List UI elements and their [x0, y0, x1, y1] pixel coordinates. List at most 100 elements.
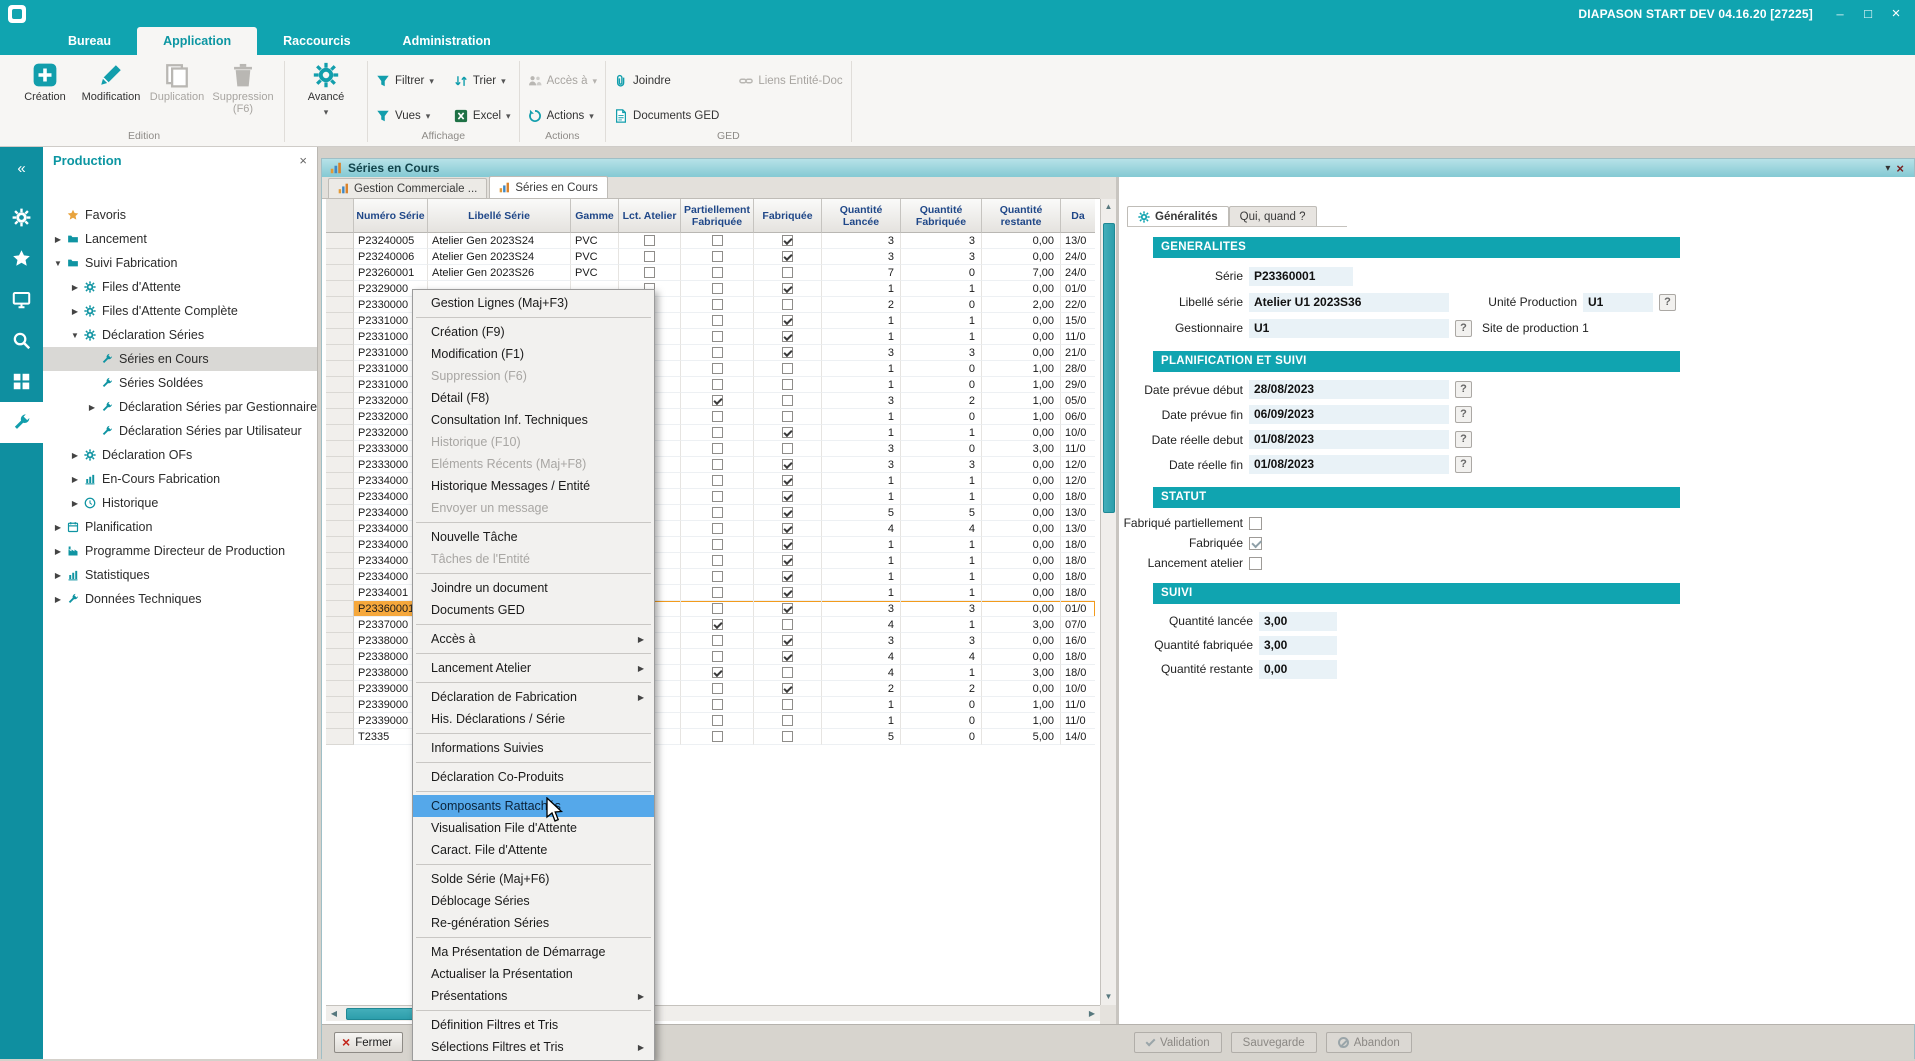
- fabriquee-checkbox[interactable]: [782, 555, 793, 566]
- help-button[interactable]: [1455, 431, 1472, 448]
- partiellement-fabriquee-checkbox[interactable]: [712, 507, 723, 518]
- menu-tab-application[interactable]: Application: [137, 27, 257, 55]
- help-button[interactable]: [1455, 406, 1472, 423]
- lct-atelier-checkbox[interactable]: [644, 235, 655, 246]
- column-header-quantite-fabriquee[interactable]: Quantité Fabriquée: [901, 199, 982, 233]
- fabriquee-checkbox[interactable]: [782, 523, 793, 534]
- tree-item-declaration-series-par-gestionnaire[interactable]: Déclaration Séries par Gestionnaire: [43, 395, 317, 419]
- sidebar-favorites-button[interactable]: [0, 238, 43, 279]
- fabriquee-checkbox[interactable]: [782, 475, 793, 486]
- excel-button[interactable]: Excel: [454, 109, 511, 123]
- table-row[interactable]: P23240005Atelier Gen 2023S24PVC330,0013/…: [326, 233, 1095, 249]
- partiellement-fabriquee-checkbox[interactable]: [712, 347, 723, 358]
- expand-arrow-icon[interactable]: [51, 235, 65, 244]
- date-reelle-fin-field[interactable]: 01/08/2023: [1249, 455, 1449, 474]
- actions-button[interactable]: Actions: [528, 109, 597, 123]
- menu-item-visualisation-file-d-attente[interactable]: Visualisation File d'Attente: [413, 817, 654, 839]
- column-header-quantite-restante[interactable]: Quantité restante: [982, 199, 1061, 233]
- menu-item-definition-filtres-et-tris[interactable]: Définition Filtres et Tris: [413, 1014, 654, 1036]
- collapse-arrow-icon[interactable]: [68, 331, 82, 340]
- abandon-button[interactable]: Abandon: [1326, 1032, 1412, 1053]
- fabriquee-checkbox[interactable]: [782, 347, 793, 358]
- scroll-left-icon[interactable]: ◀: [326, 1006, 342, 1021]
- fabriquee-checkbox[interactable]: [782, 619, 793, 630]
- fabriquee-checkbox[interactable]: [782, 507, 793, 518]
- expand-arrow-icon[interactable]: [85, 403, 99, 412]
- fabriquee-checkbox[interactable]: [782, 331, 793, 342]
- fabriquee-checkbox[interactable]: [782, 315, 793, 326]
- menu-item-gestion-lignes-maj-f3[interactable]: Gestion Lignes (Maj+F3): [413, 292, 654, 314]
- window-menu-caret-icon[interactable]: [1885, 163, 1890, 174]
- help-button[interactable]: [1659, 294, 1676, 311]
- expand-arrow-icon[interactable]: [68, 307, 82, 316]
- fabriquee-checkbox[interactable]: [782, 731, 793, 742]
- sauvegarde-button[interactable]: Sauvegarde: [1231, 1032, 1317, 1053]
- tree-item-planification[interactable]: Planification: [43, 515, 317, 539]
- menu-item-caract-file-d-attente[interactable]: Caract. File d'Attente: [413, 839, 654, 861]
- unite-production-field[interactable]: U1: [1583, 293, 1653, 312]
- tab-gestion-commerciale[interactable]: Gestion Commerciale ...: [328, 178, 487, 198]
- menu-item-deblocage-series[interactable]: Déblocage Séries: [413, 890, 654, 912]
- libelle-serie-field[interactable]: Atelier U1 2023S36: [1249, 293, 1449, 312]
- fabriquee-checkbox[interactable]: [782, 651, 793, 662]
- menu-item-creation-f9[interactable]: Création (F9): [413, 321, 654, 343]
- tree-item-declaration-series-par-utilisateur[interactable]: Déclaration Séries par Utilisateur: [43, 419, 317, 443]
- partiellement-fabriquee-checkbox[interactable]: [712, 587, 723, 598]
- column-header-libelle-serie[interactable]: Libellé Série: [428, 199, 571, 233]
- minimize-button[interactable]: [1827, 4, 1853, 24]
- validation-button[interactable]: Validation: [1134, 1032, 1222, 1053]
- fabriquee-checkbox[interactable]: [782, 683, 793, 694]
- tree-item-donnees-techniques[interactable]: Données Techniques: [43, 587, 317, 611]
- tree-item-suivi-fabrication[interactable]: Suivi Fabrication: [43, 251, 317, 275]
- partiellement-fabriquee-checkbox[interactable]: [712, 571, 723, 582]
- scroll-up-icon[interactable]: ▲: [1101, 199, 1116, 215]
- partiellement-fabriquee-checkbox[interactable]: [712, 267, 723, 278]
- tree-item-files-d-attente-complete[interactable]: Files d'Attente Complète: [43, 299, 317, 323]
- partiellement-fabriquee-checkbox[interactable]: [712, 443, 723, 454]
- lct-atelier-checkbox[interactable]: [644, 251, 655, 262]
- date-reelle-debut-field[interactable]: 01/08/2023: [1249, 430, 1449, 449]
- tab-qui-quand[interactable]: Qui, quand ?: [1229, 206, 1317, 226]
- fabriquee-checkbox[interactable]: [782, 571, 793, 582]
- collapse-sidebar-icon[interactable]: [17, 159, 25, 181]
- tree-item-historique[interactable]: Historique: [43, 491, 317, 515]
- tree-item-series-soldees[interactable]: Séries Soldées: [43, 371, 317, 395]
- window-close-icon[interactable]: [1896, 161, 1904, 176]
- expand-arrow-icon[interactable]: [68, 283, 82, 292]
- close-button[interactable]: [1883, 4, 1909, 24]
- menu-item-detail-f8[interactable]: Détail (F8): [413, 387, 654, 409]
- menu-item-re-generation-series[interactable]: Re-génération Séries: [413, 912, 654, 934]
- fabriquee-checkbox[interactable]: [782, 379, 793, 390]
- scroll-right-icon[interactable]: ▶: [1084, 1006, 1100, 1021]
- expand-arrow-icon[interactable]: [51, 595, 65, 604]
- menu-item-documents-ged[interactable]: Documents GED: [413, 599, 654, 621]
- menu-item-solde-serie-maj-f6[interactable]: Solde Série (Maj+F6): [413, 868, 654, 890]
- menu-item-declaration-de-fabrication[interactable]: Déclaration de Fabrication: [413, 686, 654, 708]
- menu-item-modification-f1[interactable]: Modification (F1): [413, 343, 654, 365]
- menu-item-acces-a[interactable]: Accès à: [413, 628, 654, 650]
- partiellement-fabriquee-checkbox[interactable]: [712, 459, 723, 470]
- fabriquee-checkbox[interactable]: [782, 491, 793, 502]
- sidebar-search-button[interactable]: [0, 320, 43, 361]
- menu-item-presentations[interactable]: Présentations: [413, 985, 654, 1007]
- menu-item-actualiser-la-presentation[interactable]: Actualiser la Présentation: [413, 963, 654, 985]
- partiellement-fabriquee-checkbox[interactable]: [712, 411, 723, 422]
- fabriquee-checkbox[interactable]: [782, 587, 793, 598]
- fabriquee-checkbox[interactable]: [782, 395, 793, 406]
- fabriquee-checkbox[interactable]: [782, 539, 793, 550]
- expand-arrow-icon[interactable]: [68, 499, 82, 508]
- fabrique-partiellement-checkbox[interactable]: [1249, 517, 1262, 530]
- avance-button[interactable]: Avancé: [293, 57, 359, 118]
- menu-item-selections-filtres-et-tris[interactable]: Sélections Filtres et Tris: [413, 1036, 654, 1058]
- sidebar-settings-button[interactable]: [0, 197, 43, 238]
- vertical-scrollbar[interactable]: ▲ ▼: [1100, 199, 1116, 1005]
- sidebar-production-button[interactable]: [0, 402, 43, 443]
- column-header-lct-atelier[interactable]: Lct. Atelier: [619, 199, 681, 233]
- fabriquee-checkbox[interactable]: [782, 603, 793, 614]
- partiellement-fabriquee-checkbox[interactable]: [712, 715, 723, 726]
- menu-tab-administration[interactable]: Administration: [377, 27, 517, 55]
- gestionnaire-field[interactable]: U1: [1249, 319, 1449, 338]
- menu-item-his-declarations-serie[interactable]: His. Déclarations / Série: [413, 708, 654, 730]
- tree-item-files-d-attente[interactable]: Files d'Attente: [43, 275, 317, 299]
- menu-item-composants-rattaches[interactable]: Composants Rattachés: [413, 795, 654, 817]
